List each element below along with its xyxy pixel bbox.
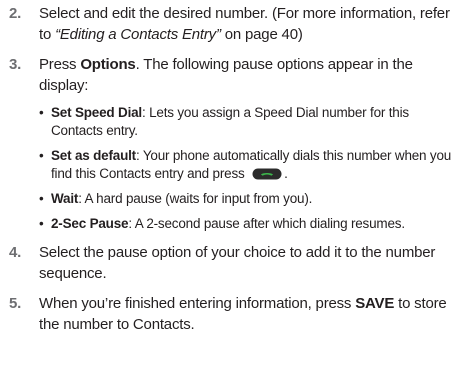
step-text: Select the pause option of your choice t…	[39, 244, 436, 282]
pause-options-list: • Set Speed Dial: Lets you assign a Speed…	[39, 104, 462, 233]
step-4: 4. Select the pause option of your choic…	[9, 242, 462, 284]
option-term: Wait	[51, 191, 79, 206]
step-3: 3. Press Options. The following pause op…	[9, 54, 462, 233]
option-description: : A hard pause (waits for input from you…	[78, 191, 313, 206]
list-item-wait: • Wait: A hard pause (waits for input fro…	[39, 190, 462, 208]
step-text: Press Options. The following pause optio…	[39, 56, 413, 94]
step-number: 2.	[9, 5, 22, 22]
list-item-set-speed-dial: • Set Speed Dial: Lets you assign a Speed…	[39, 104, 462, 140]
step-number: 5.	[9, 295, 22, 312]
option-description: : A 2-second pause after which dialing r…	[128, 216, 405, 231]
send-key-icon	[252, 168, 282, 180]
bullet-icon: •	[39, 191, 44, 206]
bullet-icon: •	[39, 148, 44, 163]
bullet-icon: •	[39, 105, 44, 120]
list-item-2-sec-pause: • 2-Sec Pause: A 2-second pause after whi…	[39, 215, 462, 233]
option-term: 2-Sec Pause	[51, 216, 129, 231]
manual-page: 2. Select and edit the desired number. (…	[0, 0, 472, 376]
step-2: 2. Select and edit the desired number. (…	[9, 3, 462, 45]
save-key-label: SAVE	[355, 295, 395, 312]
bullet-icon: •	[39, 216, 44, 231]
option-term: Set Speed Dial	[51, 105, 142, 120]
options-key-label: Options	[80, 56, 136, 73]
option-term: Set as default	[51, 148, 136, 163]
step-text: Select and edit the desired number. (For…	[39, 5, 450, 43]
cross-reference-link: “Editing a Contacts Entry”	[55, 26, 221, 43]
list-item-set-as-default: • Set as default: Your phone automaticall…	[39, 148, 452, 181]
step-number: 3.	[9, 56, 22, 73]
step-text: When you’re finished entering informatio…	[39, 295, 447, 333]
step-number: 4.	[9, 244, 22, 261]
step-5: 5. When you’re finished entering informa…	[9, 293, 462, 335]
